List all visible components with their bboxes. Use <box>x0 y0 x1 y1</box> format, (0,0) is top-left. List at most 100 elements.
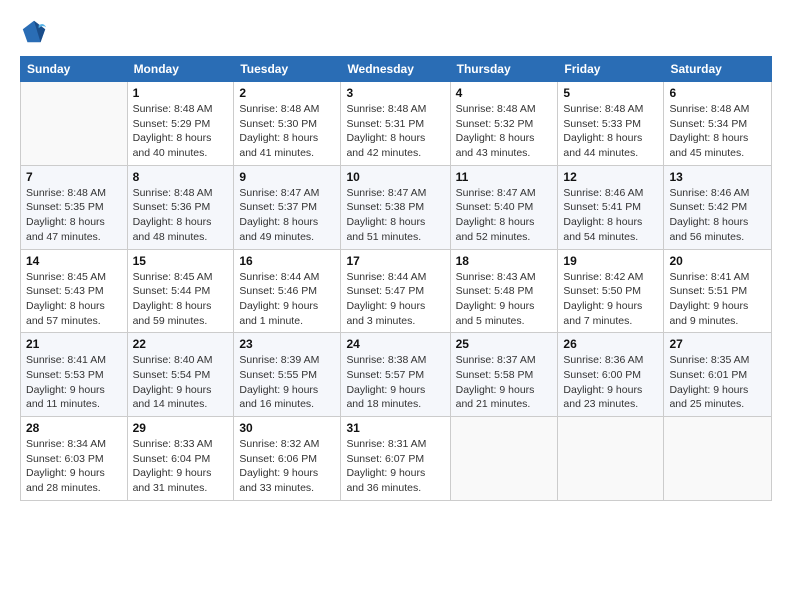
day-info: Sunrise: 8:48 AM Sunset: 5:30 PM Dayligh… <box>239 102 335 161</box>
day-number: 16 <box>239 254 335 268</box>
calendar-cell: 29Sunrise: 8:33 AM Sunset: 6:04 PM Dayli… <box>127 417 234 501</box>
calendar-cell: 8Sunrise: 8:48 AM Sunset: 5:36 PM Daylig… <box>127 165 234 249</box>
day-number: 11 <box>456 170 553 184</box>
weekday-header-thursday: Thursday <box>450 57 558 82</box>
weekday-header-tuesday: Tuesday <box>234 57 341 82</box>
day-info: Sunrise: 8:46 AM Sunset: 5:42 PM Dayligh… <box>669 186 766 245</box>
day-info: Sunrise: 8:41 AM Sunset: 5:51 PM Dayligh… <box>669 270 766 329</box>
day-info: Sunrise: 8:31 AM Sunset: 6:07 PM Dayligh… <box>346 437 444 496</box>
calendar-cell: 19 Sunrise: 8:42 AM Sunset: 5:50 PM Dayli… <box>558 249 664 333</box>
day-number: 25 <box>456 337 553 351</box>
calendar-cell <box>558 417 664 501</box>
day-info: Sunrise: 8:37 AM Sunset: 5:58 PM Dayligh… <box>456 353 553 412</box>
day-info: Sunrise: 8:47 AM Sunset: 5:37 PM Dayligh… <box>239 186 335 245</box>
day-number: 21 <box>26 337 122 351</box>
header <box>20 18 772 46</box>
day-number: 27 <box>669 337 766 351</box>
day-info: Sunrise: 8:47 AM Sunset: 5:38 PM Dayligh… <box>346 186 444 245</box>
calendar-cell <box>450 417 558 501</box>
week-row-3: 14Sunrise: 8:45 AM Sunset: 5:43 PM Dayli… <box>21 249 772 333</box>
day-number: 1 <box>133 86 229 100</box>
calendar-cell: 12 Sunrise: 8:46 AM Sunset: 5:41 PM Dayli… <box>558 165 664 249</box>
day-info: Sunrise: 8:39 AM Sunset: 5:55 PM Dayligh… <box>239 353 335 412</box>
day-number: 2 <box>239 86 335 100</box>
calendar-cell: 6 Sunrise: 8:48 AM Sunset: 5:34 PM Daylig… <box>664 82 772 166</box>
day-number: 5 <box>563 86 658 100</box>
day-info: Sunrise: 8:34 AM Sunset: 6:03 PM Dayligh… <box>26 437 122 496</box>
day-info: Sunrise: 8:44 AM Sunset: 5:46 PM Dayligh… <box>239 270 335 329</box>
day-number: 9 <box>239 170 335 184</box>
day-number: 7 <box>26 170 122 184</box>
day-info: Sunrise: 8:46 AM Sunset: 5:41 PM Dayligh… <box>563 186 658 245</box>
day-number: 13 <box>669 170 766 184</box>
day-number: 23 <box>239 337 335 351</box>
day-info: Sunrise: 8:32 AM Sunset: 6:06 PM Dayligh… <box>239 437 335 496</box>
day-number: 19 <box>563 254 658 268</box>
calendar-cell: 20 Sunrise: 8:41 AM Sunset: 5:51 PM Dayli… <box>664 249 772 333</box>
day-info: Sunrise: 8:45 AM Sunset: 5:44 PM Dayligh… <box>133 270 229 329</box>
weekday-header-saturday: Saturday <box>664 57 772 82</box>
calendar-cell: 27 Sunrise: 8:35 AM Sunset: 6:01 PM Dayli… <box>664 333 772 417</box>
day-number: 12 <box>563 170 658 184</box>
day-number: 24 <box>346 337 444 351</box>
calendar-cell: 5 Sunrise: 8:48 AM Sunset: 5:33 PM Daylig… <box>558 82 664 166</box>
day-number: 17 <box>346 254 444 268</box>
day-info: Sunrise: 8:36 AM Sunset: 6:00 PM Dayligh… <box>563 353 658 412</box>
day-info: Sunrise: 8:40 AM Sunset: 5:54 PM Dayligh… <box>133 353 229 412</box>
day-number: 6 <box>669 86 766 100</box>
day-info: Sunrise: 8:35 AM Sunset: 6:01 PM Dayligh… <box>669 353 766 412</box>
calendar-cell: 26 Sunrise: 8:36 AM Sunset: 6:00 PM Dayli… <box>558 333 664 417</box>
day-info: Sunrise: 8:48 AM Sunset: 5:33 PM Dayligh… <box>563 102 658 161</box>
day-number: 26 <box>563 337 658 351</box>
calendar-cell: 13 Sunrise: 8:46 AM Sunset: 5:42 PM Dayli… <box>664 165 772 249</box>
calendar-cell: 3Sunrise: 8:48 AM Sunset: 5:31 PM Daylig… <box>341 82 450 166</box>
calendar-cell <box>664 417 772 501</box>
page: SundayMondayTuesdayWednesdayThursdayFrid… <box>0 0 792 511</box>
calendar-cell: 17 Sunrise: 8:44 AM Sunset: 5:47 PM Dayli… <box>341 249 450 333</box>
calendar-cell: 25 Sunrise: 8:37 AM Sunset: 5:58 PM Dayli… <box>450 333 558 417</box>
day-info: Sunrise: 8:38 AM Sunset: 5:57 PM Dayligh… <box>346 353 444 412</box>
day-info: Sunrise: 8:43 AM Sunset: 5:48 PM Dayligh… <box>456 270 553 329</box>
calendar-cell <box>21 82 128 166</box>
calendar-cell: 15 Sunrise: 8:45 AM Sunset: 5:44 PM Dayli… <box>127 249 234 333</box>
calendar-cell: 24 Sunrise: 8:38 AM Sunset: 5:57 PM Dayli… <box>341 333 450 417</box>
day-info: Sunrise: 8:42 AM Sunset: 5:50 PM Dayligh… <box>563 270 658 329</box>
weekday-header-sunday: Sunday <box>21 57 128 82</box>
day-number: 31 <box>346 421 444 435</box>
day-number: 30 <box>239 421 335 435</box>
day-info: Sunrise: 8:47 AM Sunset: 5:40 PM Dayligh… <box>456 186 553 245</box>
day-info: Sunrise: 8:48 AM Sunset: 5:36 PM Dayligh… <box>133 186 229 245</box>
day-info: Sunrise: 8:41 AM Sunset: 5:53 PM Dayligh… <box>26 353 122 412</box>
day-info: Sunrise: 8:48 AM Sunset: 5:34 PM Dayligh… <box>669 102 766 161</box>
day-number: 20 <box>669 254 766 268</box>
day-number: 4 <box>456 86 553 100</box>
day-number: 14 <box>26 254 122 268</box>
day-number: 15 <box>133 254 229 268</box>
logo-icon <box>20 18 48 46</box>
day-number: 18 <box>456 254 553 268</box>
calendar-cell: 30 Sunrise: 8:32 AM Sunset: 6:06 PM Dayli… <box>234 417 341 501</box>
day-info: Sunrise: 8:48 AM Sunset: 5:32 PM Dayligh… <box>456 102 553 161</box>
day-number: 22 <box>133 337 229 351</box>
week-row-1: 1Sunrise: 8:48 AM Sunset: 5:29 PM Daylig… <box>21 82 772 166</box>
calendar-cell: 2 Sunrise: 8:48 AM Sunset: 5:30 PM Daylig… <box>234 82 341 166</box>
week-row-5: 28 Sunrise: 8:34 AM Sunset: 6:03 PM Dayli… <box>21 417 772 501</box>
day-info: Sunrise: 8:44 AM Sunset: 5:47 PM Dayligh… <box>346 270 444 329</box>
calendar-cell: 28 Sunrise: 8:34 AM Sunset: 6:03 PM Dayli… <box>21 417 128 501</box>
calendar-cell: 11 Sunrise: 8:47 AM Sunset: 5:40 PM Dayli… <box>450 165 558 249</box>
day-info: Sunrise: 8:48 AM Sunset: 5:35 PM Dayligh… <box>26 186 122 245</box>
day-info: Sunrise: 8:48 AM Sunset: 5:31 PM Dayligh… <box>346 102 444 161</box>
calendar-cell: 31 Sunrise: 8:31 AM Sunset: 6:07 PM Dayli… <box>341 417 450 501</box>
weekday-header-wednesday: Wednesday <box>341 57 450 82</box>
calendar-cell: 16 Sunrise: 8:44 AM Sunset: 5:46 PM Dayli… <box>234 249 341 333</box>
calendar-table: SundayMondayTuesdayWednesdayThursdayFrid… <box>20 56 772 501</box>
calendar-cell: 22 Sunrise: 8:40 AM Sunset: 5:54 PM Dayli… <box>127 333 234 417</box>
calendar-cell: 23 Sunrise: 8:39 AM Sunset: 5:55 PM Dayli… <box>234 333 341 417</box>
day-number: 10 <box>346 170 444 184</box>
calendar-cell: 4 Sunrise: 8:48 AM Sunset: 5:32 PM Daylig… <box>450 82 558 166</box>
calendar-cell: 7 Sunrise: 8:48 AM Sunset: 5:35 PM Daylig… <box>21 165 128 249</box>
calendar-cell: 9 Sunrise: 8:47 AM Sunset: 5:37 PM Daylig… <box>234 165 341 249</box>
calendar-cell: 14Sunrise: 8:45 AM Sunset: 5:43 PM Dayli… <box>21 249 128 333</box>
day-number: 28 <box>26 421 122 435</box>
week-row-2: 7 Sunrise: 8:48 AM Sunset: 5:35 PM Daylig… <box>21 165 772 249</box>
